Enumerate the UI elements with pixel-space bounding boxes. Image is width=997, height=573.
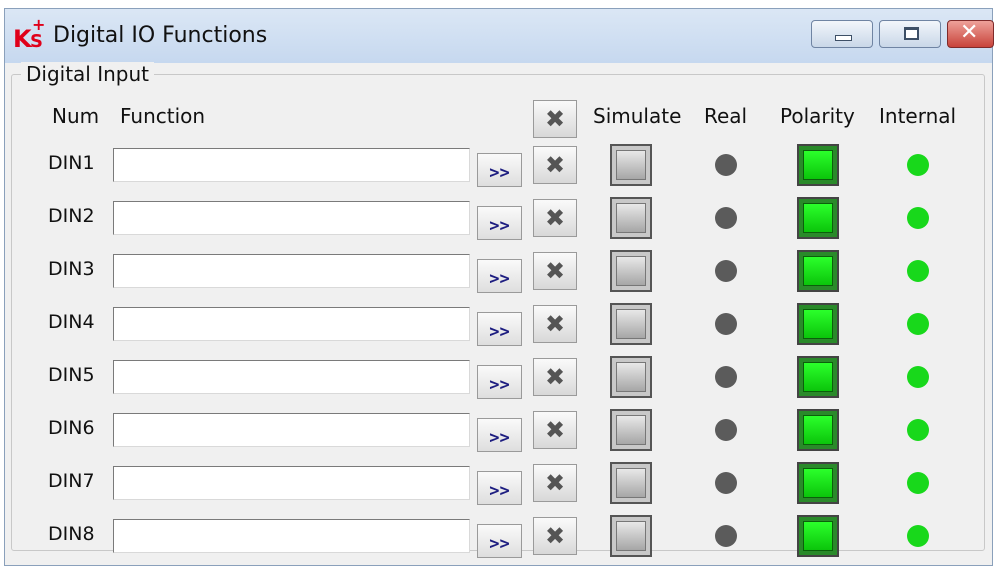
polarity-toggle[interactable] [797, 250, 839, 292]
header-num: Num [52, 104, 100, 128]
select-function-button[interactable]: >> [477, 206, 522, 240]
simulate-toggle[interactable] [610, 515, 652, 557]
row-num-label: DIN7 [48, 470, 95, 492]
simulate-toggle[interactable] [610, 303, 652, 345]
clear-function-button[interactable]: ✖ [533, 358, 577, 396]
close-button[interactable]: ✕ [947, 20, 994, 48]
close-icon: ✕ [960, 20, 979, 45]
row-num-label: DIN1 [48, 152, 95, 174]
clear-icon: ✖ [544, 522, 566, 550]
clear-function-button[interactable]: ✖ [533, 464, 577, 502]
clear-function-button[interactable]: ✖ [533, 305, 577, 343]
maximize-icon [904, 27, 919, 40]
select-function-button[interactable]: >> [477, 471, 522, 505]
select-function-button[interactable]: >> [477, 153, 522, 187]
clear-icon: ✖ [544, 310, 566, 338]
row-num-label: DIN8 [48, 523, 95, 545]
real-state-indicator [715, 260, 737, 282]
row-num-label: DIN4 [48, 311, 95, 333]
internal-state-indicator [907, 525, 929, 547]
clear-all-button[interactable]: ✖ [533, 100, 577, 138]
polarity-toggle[interactable] [797, 303, 839, 345]
header-polarity: Polarity [780, 104, 855, 128]
real-state-indicator [715, 154, 737, 176]
polarity-toggle[interactable] [797, 144, 839, 186]
internal-state-indicator [907, 260, 929, 282]
internal-state-indicator [907, 419, 929, 441]
clear-icon: ✖ [544, 469, 566, 497]
clear-function-button[interactable]: ✖ [533, 146, 577, 184]
internal-state-indicator [907, 313, 929, 335]
minimize-icon [835, 35, 852, 41]
function-input[interactable] [113, 148, 470, 182]
real-state-indicator [715, 313, 737, 335]
function-input[interactable] [113, 360, 470, 394]
title-bar: K S + Digital IO Functions ✕ [5, 9, 994, 63]
clear-icon: ✖ [544, 257, 566, 285]
simulate-toggle[interactable] [610, 462, 652, 504]
app-logo-icon: K S + [13, 15, 46, 53]
header-real: Real [704, 104, 748, 128]
clear-function-button[interactable]: ✖ [533, 252, 577, 290]
clear-function-button[interactable]: ✖ [533, 411, 577, 449]
select-function-button[interactable]: >> [477, 524, 522, 558]
simulate-toggle[interactable] [610, 356, 652, 398]
select-function-button[interactable]: >> [477, 418, 522, 452]
simulate-toggle[interactable] [610, 409, 652, 451]
clear-icon: ✖ [544, 204, 566, 232]
polarity-toggle[interactable] [797, 197, 839, 239]
real-state-indicator [715, 419, 737, 441]
real-state-indicator [715, 525, 737, 547]
function-input[interactable] [113, 519, 470, 553]
function-input[interactable] [113, 254, 470, 288]
window-title: Digital IO Functions [53, 23, 268, 48]
header-function: Function [120, 104, 206, 128]
clear-function-button[interactable]: ✖ [533, 517, 577, 555]
select-function-button[interactable]: >> [477, 259, 522, 293]
simulate-toggle[interactable] [610, 197, 652, 239]
function-input[interactable] [113, 201, 470, 235]
polarity-toggle[interactable] [797, 462, 839, 504]
polarity-toggle[interactable] [797, 515, 839, 557]
header-simulate: Simulate [593, 104, 682, 128]
simulate-toggle[interactable] [610, 250, 652, 292]
row-num-label: DIN2 [48, 205, 95, 227]
select-function-button[interactable]: >> [477, 312, 522, 346]
function-input[interactable] [113, 413, 470, 447]
clear-function-button[interactable]: ✖ [533, 199, 577, 237]
row-num-label: DIN3 [48, 258, 95, 280]
polarity-toggle[interactable] [797, 356, 839, 398]
maximize-button[interactable] [879, 20, 941, 48]
internal-state-indicator [907, 472, 929, 494]
row-num-label: DIN5 [48, 364, 95, 386]
real-state-indicator [715, 472, 737, 494]
simulate-toggle[interactable] [610, 144, 652, 186]
clear-icon: ✖ [544, 363, 566, 391]
real-state-indicator [715, 207, 737, 229]
internal-state-indicator [907, 366, 929, 388]
select-function-button[interactable]: >> [477, 365, 522, 399]
clear-icon: ✖ [544, 416, 566, 444]
clear-icon: ✖ [544, 105, 566, 133]
function-input[interactable] [113, 307, 470, 341]
clear-icon: ✖ [544, 151, 566, 179]
internal-state-indicator [907, 207, 929, 229]
function-input[interactable] [113, 466, 470, 500]
internal-state-indicator [907, 154, 929, 176]
header-internal: Internal [879, 104, 957, 128]
minimize-button[interactable] [811, 20, 873, 48]
real-state-indicator [715, 366, 737, 388]
polarity-toggle[interactable] [797, 409, 839, 451]
row-num-label: DIN6 [48, 417, 95, 439]
group-label: Digital Input [21, 62, 155, 86]
